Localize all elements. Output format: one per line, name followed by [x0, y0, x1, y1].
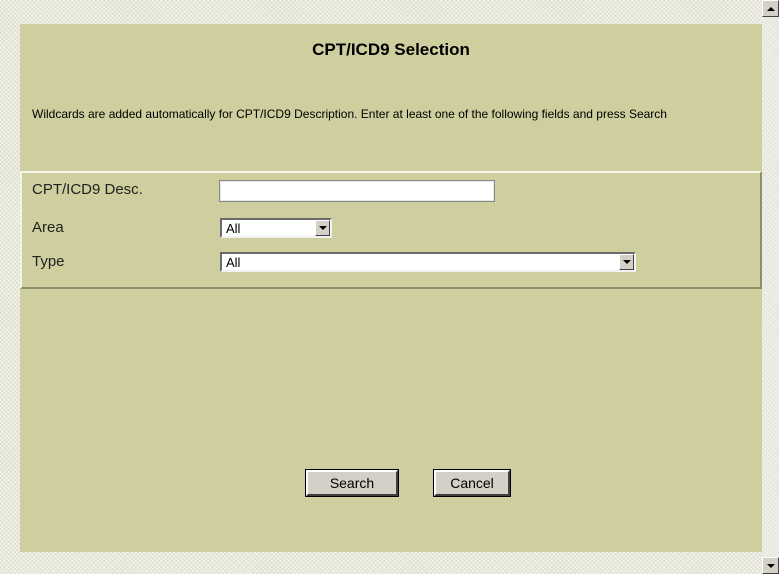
type-label: Type	[32, 253, 65, 270]
desc-input[interactable]	[219, 180, 495, 202]
cancel-button[interactable]: Cancel	[433, 469, 511, 497]
vertical-scrollbar[interactable]	[762, 0, 779, 574]
type-select[interactable]: All	[220, 252, 636, 272]
area-selected-value: All	[226, 221, 241, 236]
search-button[interactable]: Search	[305, 469, 399, 497]
dialog-title: CPT/ICD9 Selection	[312, 40, 470, 59]
selection-panel: CPT/ICD9 Selection Wildcards are added a…	[20, 24, 762, 552]
chevron-down-icon[interactable]	[315, 220, 330, 236]
area-select[interactable]: All	[220, 218, 332, 238]
arrow-down-icon[interactable]	[762, 557, 779, 574]
arrow-up-icon[interactable]	[762, 0, 779, 17]
search-form: CPT/ICD9 Desc. Area All Type All	[20, 171, 762, 289]
type-selected-value: All	[226, 255, 241, 270]
instructions-text: Wildcards are added automatically for CP…	[32, 107, 667, 121]
area-label: Area	[32, 219, 64, 236]
desc-label: CPT/ICD9 Desc.	[32, 181, 143, 198]
chevron-down-icon[interactable]	[619, 254, 634, 270]
